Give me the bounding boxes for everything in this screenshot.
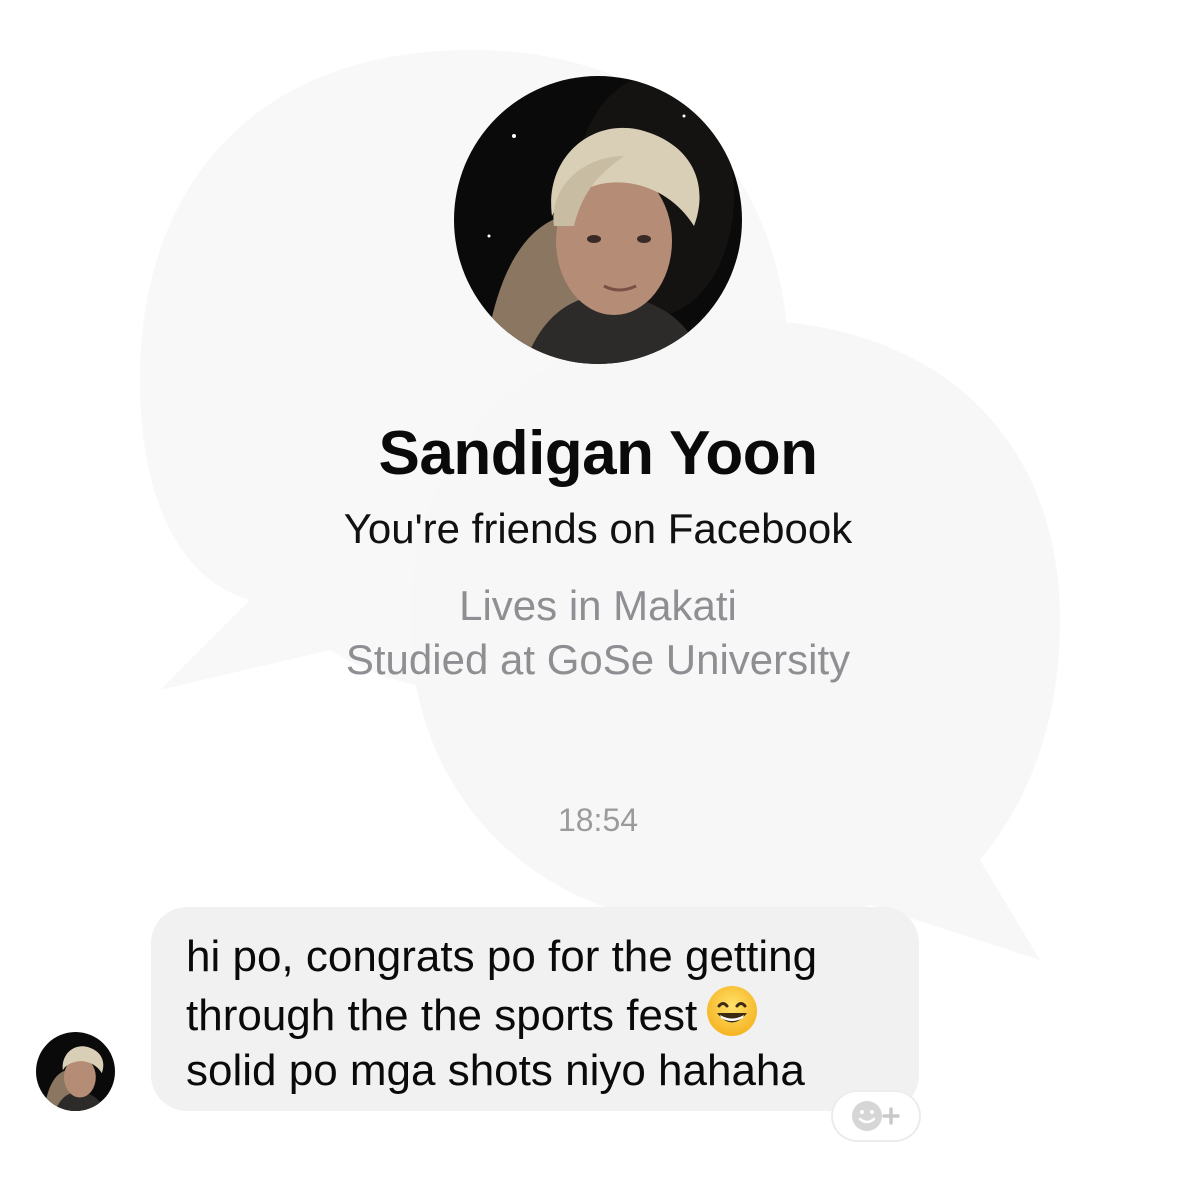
lives-in-info: Lives in Makati bbox=[459, 582, 737, 629]
add-reaction-button[interactable] bbox=[833, 1092, 919, 1140]
contact-name: Sandigan Yoon bbox=[378, 419, 818, 488]
sender-avatar[interactable] bbox=[36, 1032, 115, 1111]
message-timestamp: 18:54 bbox=[557, 802, 639, 838]
message-line: through the the sports fest bbox=[186, 991, 698, 1040]
add-reaction-icon bbox=[852, 1101, 900, 1131]
message-line: solid po mga shots niyo hahaha bbox=[186, 1046, 805, 1095]
message-bubble[interactable]: hi po, congrats po for the getting throu… bbox=[151, 907, 919, 1111]
grinning-face-emoji-icon bbox=[707, 986, 758, 1036]
message-line: hi po, congrats po for the getting bbox=[186, 932, 818, 981]
studied-at-info: Studied at GoSe University bbox=[345, 636, 851, 683]
friendship-status: You're friends on Facebook bbox=[343, 505, 853, 552]
profile-avatar[interactable] bbox=[454, 76, 742, 364]
message-line-with-emoji: through the the sports fest bbox=[186, 984, 889, 1043]
